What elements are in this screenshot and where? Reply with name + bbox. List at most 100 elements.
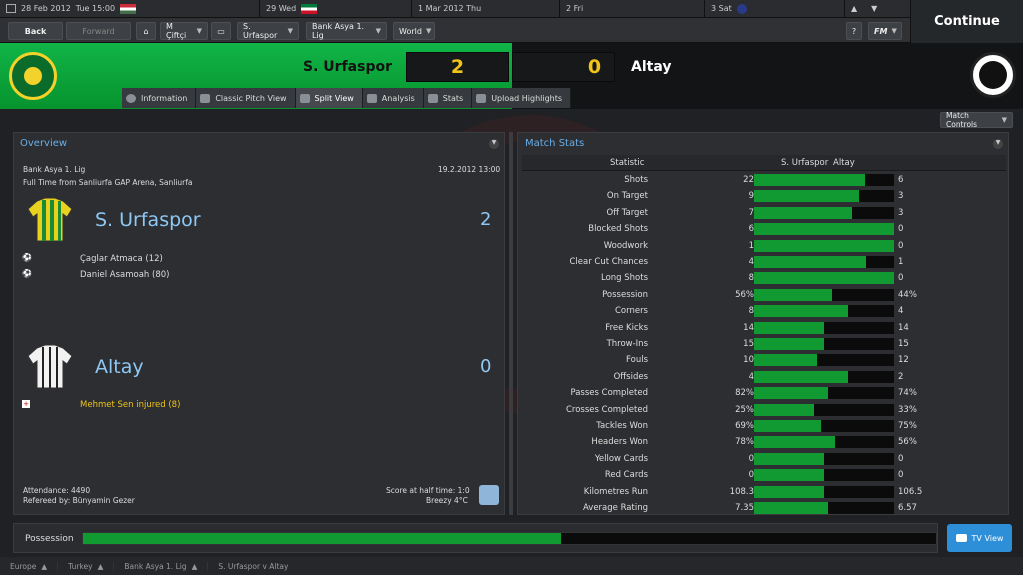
info-icon bbox=[126, 93, 136, 103]
back-button[interactable]: Back bbox=[8, 22, 63, 40]
tv-view-button[interactable]: TV View bbox=[947, 524, 1012, 552]
competition-name[interactable]: Bank Asya 1. Lig bbox=[23, 165, 85, 174]
stat-home-value: 108.3 bbox=[729, 486, 754, 497]
tab-split-view[interactable]: Split View bbox=[295, 88, 363, 108]
stats-table: Shots 22 6 On Target 9 3 Off Target 7 3 Blocked S… bbox=[522, 172, 1006, 514]
stat-row: Fouls 10 12 bbox=[522, 352, 1012, 368]
world-menu[interactable]: World ▼ bbox=[393, 22, 435, 40]
tab-label: Stats bbox=[442, 93, 464, 103]
stat-home-value: 4 bbox=[748, 257, 754, 267]
goal-event[interactable]: Çaglar Atmaca (12) bbox=[80, 254, 163, 264]
stat-away-value: 0 bbox=[898, 224, 904, 235]
stat-bar-fill bbox=[754, 190, 859, 203]
overview-menu-icon[interactable]: ▼ bbox=[489, 139, 499, 149]
continue-button[interactable]: Continue bbox=[910, 0, 1023, 43]
scroll-down-icon[interactable]: ▼ bbox=[871, 4, 877, 13]
overview-panel: Overview ▼ Bank Asya 1. Lig 19.2.2012 13… bbox=[13, 132, 505, 515]
stat-label: On Target bbox=[606, 191, 648, 202]
league-menu[interactable]: Bank Asya 1. Lig ▼ bbox=[306, 22, 387, 40]
col-home[interactable]: S. Urfaspor bbox=[781, 158, 828, 168]
tab-information[interactable]: Information bbox=[122, 88, 197, 108]
stat-home-value: 15 bbox=[743, 339, 754, 349]
home-team-name[interactable]: S. Urfaspor bbox=[290, 59, 392, 75]
date-3[interactable]: 3 Sat bbox=[705, 0, 845, 18]
stat-bar bbox=[754, 403, 894, 416]
stat-bar-fill bbox=[754, 452, 824, 465]
split-view-icon bbox=[299, 93, 310, 103]
tab-upload-highlights[interactable]: Upload Highlights bbox=[472, 88, 572, 108]
stat-label: Clear Cut Chances bbox=[569, 257, 648, 267]
time-text: Tue 15:00 bbox=[75, 4, 116, 13]
home-team-title[interactable]: S. Urfaspor bbox=[95, 209, 201, 231]
chevron-down-icon: ▼ bbox=[375, 27, 381, 35]
stat-bar bbox=[754, 239, 894, 252]
crumb-label: S. Urfaspor v Altay bbox=[218, 561, 289, 571]
attendance: Attendance: 4490 bbox=[23, 486, 91, 495]
stat-bar-fill bbox=[754, 387, 829, 400]
club-badge-icon bbox=[736, 3, 747, 14]
upload-icon bbox=[476, 93, 487, 103]
stat-bar bbox=[754, 436, 894, 449]
col-statistic[interactable]: Statistic bbox=[610, 158, 644, 168]
home-icon[interactable]: ⌂ bbox=[136, 22, 156, 40]
possession-fill bbox=[83, 533, 561, 544]
stat-bar-fill bbox=[754, 338, 824, 350]
breadcrumb-europe[interactable]: Europe ▲ bbox=[0, 561, 59, 571]
tab-stats[interactable]: Stats bbox=[423, 88, 473, 108]
stat-label: Tackles Won bbox=[596, 421, 648, 431]
stat-away-value: 33% bbox=[898, 404, 917, 415]
chevron-up-icon: ▲ bbox=[191, 561, 198, 571]
ball-icon: ⚽ bbox=[22, 269, 32, 278]
away-team-name[interactable]: Altay bbox=[631, 59, 671, 75]
stat-away-value: 0 bbox=[898, 470, 904, 481]
col-away[interactable]: Altay bbox=[833, 158, 855, 168]
stats-icon bbox=[427, 93, 438, 103]
forward-button[interactable]: Forward bbox=[66, 22, 131, 40]
weather: Breezy 4°C bbox=[426, 496, 468, 505]
tab-label: Split View bbox=[314, 93, 354, 103]
scroll-up-icon[interactable]: ▲ bbox=[851, 4, 857, 13]
home-goals: 2 bbox=[480, 209, 492, 230]
date-29[interactable]: 29 Wed bbox=[260, 0, 412, 18]
away-team-title[interactable]: Altay bbox=[95, 356, 144, 378]
stat-bar-fill bbox=[754, 436, 836, 449]
kuwait-flag-icon bbox=[301, 3, 318, 14]
stat-row: Long Shots 8 0 bbox=[522, 270, 1012, 286]
stat-bar-fill bbox=[754, 305, 848, 318]
team-menu[interactable]: S. Urfaspor ▼ bbox=[237, 22, 299, 40]
tab-label: Upload Highlights bbox=[491, 93, 563, 103]
possession-track bbox=[82, 532, 937, 545]
match-controls-button[interactable]: Match Controls ▼ bbox=[940, 111, 1013, 129]
calendar-icon bbox=[6, 4, 16, 13]
chevron-up-icon: ▲ bbox=[97, 561, 104, 571]
stats-menu-icon[interactable]: ▼ bbox=[993, 139, 1003, 149]
stat-bar bbox=[754, 223, 894, 236]
stat-bar-fill bbox=[754, 256, 866, 268]
goal-event[interactable]: Daniel Asamoah (80) bbox=[80, 270, 169, 280]
manager-menu[interactable]: M Çiftçi ▼ bbox=[160, 22, 208, 40]
tab-classic-pitch-view[interactable]: Classic Pitch View bbox=[196, 88, 296, 108]
away-crest-icon[interactable] bbox=[970, 52, 1016, 98]
tv-view-label: TV View bbox=[971, 533, 1004, 543]
stat-bar bbox=[754, 502, 894, 514]
date-2[interactable]: 2 Fri bbox=[560, 0, 705, 18]
stat-bar bbox=[754, 452, 894, 465]
calendar-scroll[interactable]: ▲ ▼ bbox=[845, 0, 910, 18]
date-1-mar[interactable]: 1 Mar 2012 Thu bbox=[412, 0, 560, 18]
home-score: 2 bbox=[406, 52, 509, 82]
referee[interactable]: Refereed by: Bünyamin Gezer bbox=[23, 496, 135, 505]
world-label: World bbox=[399, 26, 422, 36]
current-date[interactable]: 28 Feb 2012 Tue 15:00 bbox=[0, 0, 260, 18]
inbox-icon[interactable]: ▭ bbox=[211, 22, 231, 40]
help-button[interactable]: ? bbox=[846, 22, 862, 40]
stat-bar-fill bbox=[754, 469, 824, 482]
injury-event[interactable]: Mehmet Sen injured (8) bbox=[80, 400, 180, 410]
view-tabs: Information Classic Pitch View Split Vie… bbox=[122, 88, 572, 108]
home-crest-icon[interactable] bbox=[9, 52, 57, 100]
breadcrumb-match[interactable]: S. Urfaspor v Altay bbox=[208, 562, 298, 571]
tab-analysis[interactable]: Analysis bbox=[362, 88, 424, 108]
breadcrumb-turkey[interactable]: Turkey ▲ bbox=[58, 561, 115, 571]
analysis-icon bbox=[366, 93, 377, 103]
breadcrumb-league[interactable]: Bank Asya 1. Lig ▲ bbox=[114, 561, 209, 571]
fm-menu[interactable]: FM ▼ bbox=[868, 22, 902, 40]
